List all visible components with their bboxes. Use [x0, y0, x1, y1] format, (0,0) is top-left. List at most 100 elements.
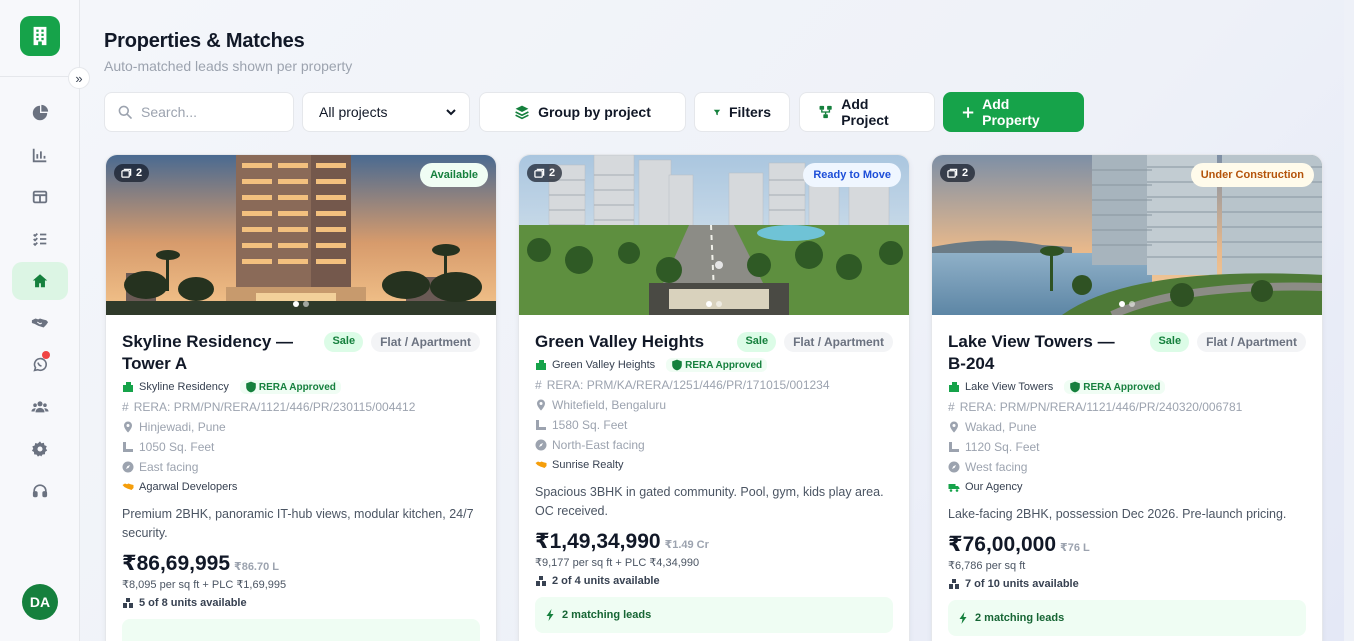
property-image[interactable]: 2 Available — [106, 155, 496, 315]
listing-type-badge: Sale — [324, 332, 364, 352]
units-available: 5 of 8 units available — [122, 597, 480, 609]
ruler-icon — [123, 442, 133, 452]
rera-badge-label: RERA Approved — [1083, 381, 1161, 393]
building-icon — [949, 382, 959, 392]
nav-support[interactable] — [12, 472, 68, 510]
carousel-dot[interactable] — [293, 301, 299, 307]
project-name: Green Valley Heights — [552, 359, 656, 371]
group-by-label: Group by project — [538, 104, 651, 120]
price-per-sqft: ₹9,177 per sq ft + PLC ₹4,34,990 — [535, 557, 700, 569]
nav-deals[interactable] — [12, 304, 68, 342]
shield-icon — [1070, 381, 1081, 393]
ruler-icon — [536, 420, 546, 430]
rera-badge-label: RERA Approved — [685, 359, 763, 371]
headset-icon — [32, 484, 48, 498]
facing-row: East facing — [122, 457, 480, 477]
add-property-label: Add Property — [982, 96, 1040, 128]
property-card[interactable]: 2 Available Skyline Residency — Tower A … — [105, 154, 497, 641]
handshake-icon — [31, 318, 49, 328]
agent-row: Agarwal Developers — [122, 477, 480, 497]
add-project-button[interactable]: Add Project — [799, 92, 935, 132]
hash-icon: # — [535, 378, 542, 392]
layout-icon — [32, 190, 48, 204]
chevron-down-icon — [446, 109, 456, 116]
photo-count-value: 2 — [136, 167, 143, 179]
carousel-dots — [706, 301, 722, 307]
area-text: 1050 Sq. Feet — [139, 440, 215, 454]
agent-name: Agarwal Developers — [139, 481, 238, 493]
property-title: Skyline Residency — Tower A — [122, 332, 294, 373]
lightning-icon — [546, 609, 554, 621]
user-avatar[interactable]: DA — [22, 584, 58, 620]
status-badge: Under Construction — [1190, 163, 1314, 187]
lightning-icon — [959, 612, 967, 624]
price-short: ₹86.70 L — [234, 561, 280, 573]
building-icon — [123, 382, 133, 392]
property-description: Spacious 3BHK in gated community. Pool, … — [535, 485, 884, 518]
double-chevron-right-icon: » — [75, 70, 83, 86]
nav-settings[interactable] — [12, 430, 68, 468]
checklist-icon — [33, 232, 47, 247]
carousel-dot[interactable] — [716, 301, 722, 307]
price-short: ₹76 L — [1060, 542, 1090, 554]
nav-tasks[interactable] — [12, 220, 68, 258]
nav-analytics[interactable] — [12, 136, 68, 174]
nav-board[interactable] — [12, 178, 68, 216]
nav-whatsapp[interactable] — [12, 346, 68, 384]
search-box[interactable] — [104, 92, 294, 132]
nav-properties[interactable] — [12, 262, 68, 300]
property-card[interactable]: 2 Ready to Move Green Valley Heights Sal… — [518, 154, 910, 641]
handshake-icon — [535, 461, 547, 468]
filters-label: Filters — [728, 104, 771, 120]
project-row: Green Valley Heights RERA Approved — [535, 355, 893, 375]
location-text: Whitefield, Bengaluru — [552, 398, 667, 412]
agent-row: Sunrise Realty — [535, 455, 893, 475]
layers-icon — [515, 105, 529, 120]
carousel-dots — [1119, 301, 1135, 307]
carousel-dot[interactable] — [706, 301, 712, 307]
carousel-dot[interactable] — [303, 301, 309, 307]
home-icon — [32, 274, 48, 288]
facing-text: East facing — [139, 460, 199, 474]
carousel-dot[interactable] — [1119, 301, 1125, 307]
rera-approved-badge: RERA Approved — [1064, 380, 1166, 394]
sidebar-collapse-button[interactable]: » — [68, 67, 90, 89]
units-icon — [123, 598, 133, 608]
project-tree-icon — [819, 105, 832, 119]
page-title: Properties & Matches — [104, 30, 305, 52]
property-description: Premium 2BHK, panoramic IT-hub views, mo… — [122, 507, 474, 540]
group-by-project-button[interactable]: Group by project — [479, 92, 686, 132]
nav-team[interactable] — [12, 388, 68, 426]
project-name: Lake View Towers — [965, 381, 1054, 393]
property-image[interactable]: 2 Under Construction — [932, 155, 1322, 315]
main-content: Properties & Matches Auto-matched leads … — [80, 0, 1344, 641]
location-pin-icon — [124, 421, 132, 433]
matching-leads-box[interactable]: 2 matching leads — [535, 597, 893, 633]
add-property-button[interactable]: Add Property — [943, 92, 1084, 132]
nav-dashboard[interactable] — [12, 94, 68, 132]
agent-name: Our Agency — [965, 481, 1023, 493]
search-input[interactable] — [141, 104, 281, 120]
app-logo[interactable] — [20, 16, 60, 56]
property-image[interactable]: 2 Ready to Move — [519, 155, 909, 315]
units-text: 5 of 8 units available — [139, 597, 247, 609]
shield-icon — [672, 359, 682, 371]
ruler-icon — [949, 442, 959, 452]
property-card[interactable]: 2 Under Construction Lake View Towers — … — [931, 154, 1323, 641]
compass-icon — [948, 461, 960, 473]
images-icon — [947, 168, 958, 178]
project-row: Lake View Towers RERA Approved — [948, 377, 1306, 397]
page-subtitle: Auto-matched leads shown per property — [104, 58, 353, 74]
location-pin-icon — [537, 399, 545, 411]
project-select[interactable]: All projects — [302, 92, 470, 132]
matching-leads-box[interactable]: 2 matching leads — [948, 600, 1306, 636]
bar-chart-icon — [32, 148, 47, 163]
building-icon — [536, 360, 546, 370]
matching-leads-box[interactable] — [122, 619, 480, 641]
project-select-value: All projects — [319, 104, 388, 120]
carousel-dot[interactable] — [1129, 301, 1135, 307]
rera-number-row: # RERA: PRM/PN/RERA/1121/446/PR/240320/00… — [948, 397, 1306, 417]
facing-text: West facing — [965, 460, 1028, 474]
units-available: 2 of 4 units available — [535, 575, 893, 587]
filters-button[interactable]: Filters — [694, 92, 790, 132]
